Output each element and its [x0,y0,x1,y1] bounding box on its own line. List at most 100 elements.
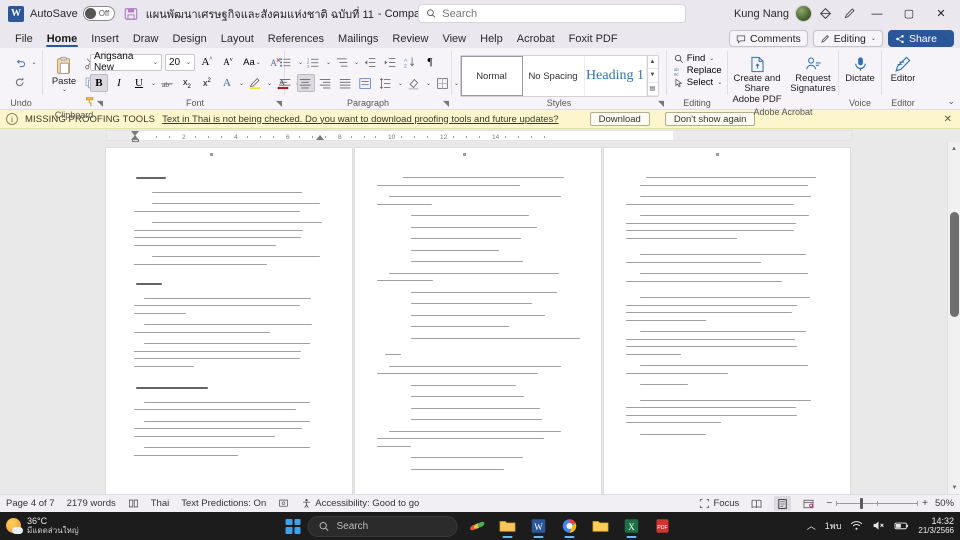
document-page-2[interactable] [355,148,601,494]
dictate-button[interactable]: Dictate [842,53,878,86]
collapse-ribbon-button[interactable]: ⌄ [947,96,955,107]
italic-button[interactable]: I [110,74,128,92]
comments-button[interactable]: Comments [729,30,808,47]
autosave-toggle[interactable]: Off [82,6,115,21]
tab-acrobat[interactable]: Acrobat [510,29,562,48]
restore-button[interactable]: ▢ [894,0,924,27]
language-indicator[interactable]: Thai [151,498,169,509]
paste-button[interactable]: Paste ⌄ [49,53,79,96]
numbering-button[interactable]: 123 [305,53,323,71]
close-notice-icon[interactable]: ✕ [944,114,954,125]
share-button[interactable]: Share ⌄ [887,30,954,47]
font-dialog-launcher[interactable]: ◥ [276,99,282,108]
change-case-button[interactable]: Aa ⌄ [240,53,264,71]
styles-more[interactable]: ▤ [647,83,658,96]
underline-button[interactable]: U [130,74,148,92]
bold-button[interactable]: B [89,74,108,92]
zoom-level-label[interactable]: 50% [932,498,954,509]
tray-expand-icon[interactable]: ︿ [807,519,816,532]
ribbon-display-options-icon[interactable] [814,3,836,25]
show-formatting-marks-button[interactable]: ¶ [421,53,439,71]
web-layout-button[interactable] [800,496,817,511]
request-signatures-button[interactable]: Request Signatures [789,53,837,97]
styles-dialog-launcher[interactable]: ◥ [658,99,664,108]
taskbar-search-box[interactable]: Search [307,515,458,537]
read-mode-button[interactable] [748,496,765,511]
paragraph-dialog-launcher[interactable]: ◥ [443,99,449,108]
tab-draw[interactable]: Draw [126,29,166,48]
create-and-share-adobe-pdf-button[interactable]: Create and Share Adobe PDF [729,53,785,107]
search-input[interactable] [442,7,678,20]
align-left-button[interactable] [277,74,295,92]
weather-widget[interactable]: 36°C มีแดดส่วนใหญ่ [6,516,79,535]
shading-button[interactable] [405,74,423,92]
save-icon[interactable] [124,7,138,21]
display-settings-icon[interactable] [278,498,289,509]
document-page-3[interactable] [604,148,850,494]
pdf-icon[interactable]: PDF [651,514,675,538]
scroll-down-button[interactable]: ▼ [948,481,960,494]
borders-button[interactable] [433,74,451,92]
text-highlight-button[interactable] [246,74,264,92]
grow-font-button[interactable]: A^ [198,53,216,71]
chevron-down-icon[interactable]: ⌄ [717,79,722,86]
zoom-out-button[interactable]: − [826,498,832,509]
subscript-button[interactable]: x2 [178,74,196,92]
chevron-down-icon[interactable]: ⌄ [31,59,36,66]
excel-icon[interactable]: X [620,514,644,538]
tab-help[interactable]: Help [473,29,510,48]
zoom-thumb[interactable] [860,498,864,509]
user-name-label[interactable]: Kung Nang [734,8,789,20]
vertical-scrollbar[interactable]: ▲ ▼ [947,142,960,494]
paint-icon[interactable] [465,514,489,538]
horizontal-ruler[interactable]: 2 4 6 8 10 12 14 [106,130,852,142]
replace-button[interactable]: ab ac Replace [674,65,722,76]
minimize-button[interactable]: — [862,0,892,27]
increase-indent-button[interactable] [381,53,399,71]
shrink-font-button[interactable]: Av [219,53,237,71]
download-button[interactable]: Download [589,112,650,126]
tab-layout[interactable]: Layout [214,29,261,48]
font-size-combobox[interactable]: 20 ⌄ [164,53,195,71]
close-button[interactable]: ✕ [926,0,956,27]
focus-mode-button[interactable]: Focus [699,498,739,509]
folder-icon[interactable] [589,514,613,538]
distributed-button[interactable] [357,74,375,92]
styles-scroll-up[interactable]: ▲ [647,56,658,70]
proofing-errors-icon[interactable] [128,498,139,509]
document-page-1[interactable] [106,148,352,494]
redo-button[interactable] [11,72,29,90]
decrease-indent-button[interactable] [361,53,379,71]
line-spacing-button[interactable] [377,74,395,92]
text-predictions-indicator[interactable]: Text Predictions: On [181,498,266,509]
chevron-down-icon[interactable]: ⌄ [151,80,156,87]
zoom-slider[interactable]: − + 50% [826,498,954,509]
styles-scroll-down[interactable]: ▼ [647,69,658,83]
editor-button[interactable]: Editor [888,53,919,86]
chevron-down-icon[interactable]: ⌄ [186,59,191,66]
align-right-button[interactable] [317,74,335,92]
pen-icon[interactable] [838,3,860,25]
dont-show-again-button[interactable]: Don't show again [664,112,756,126]
chevron-down-icon[interactable]: ⌄ [239,80,244,87]
scroll-up-button[interactable]: ▲ [948,142,960,155]
editing-mode-button[interactable]: Editing ⌄ [812,30,883,47]
scrollbar-thumb[interactable] [950,212,959,317]
word-count[interactable]: 2179 words [67,498,116,509]
tab-mailings[interactable]: Mailings [331,29,385,48]
clipboard-dialog-launcher[interactable]: ◥ [97,99,103,108]
justify-button[interactable] [337,74,355,92]
tab-file[interactable]: File [8,29,40,48]
chevron-down-icon[interactable]: ⌄ [153,59,158,66]
tab-view[interactable]: View [435,29,473,48]
multilevel-list-button[interactable] [333,53,351,71]
find-button[interactable]: Find ⌄ [674,53,714,64]
chevron-down-icon[interactable]: ⌄ [62,87,67,94]
chevron-down-icon[interactable]: ⌄ [709,55,714,62]
zoom-in-button[interactable]: + [922,498,928,509]
word-icon[interactable]: W [527,514,551,538]
tab-home[interactable]: Home [40,29,85,48]
select-button[interactable]: Select ⌄ [674,77,722,88]
font-family-combobox[interactable]: Angsana New ⌄ [89,51,162,73]
strikethrough-button[interactable]: ab [158,74,176,92]
